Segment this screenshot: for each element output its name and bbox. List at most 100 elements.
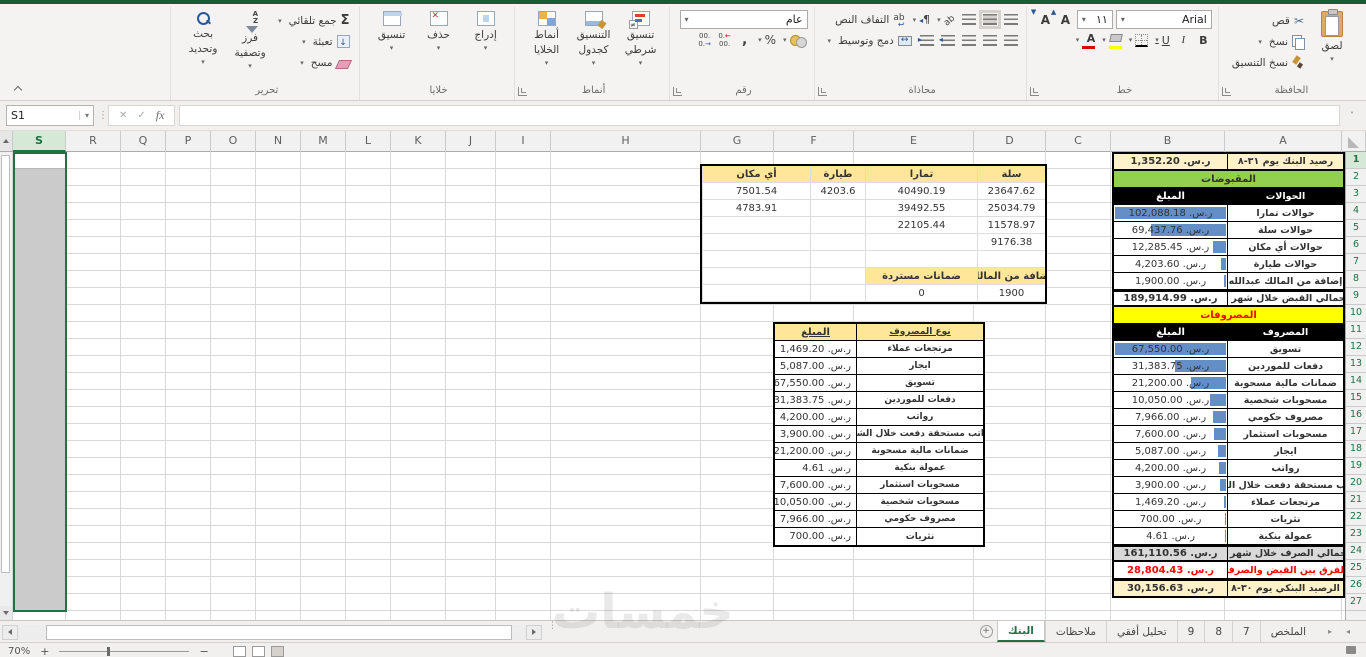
selected-column-s[interactable] — [13, 152, 67, 612]
row-header-14[interactable]: 14 — [1346, 373, 1366, 390]
table-row[interactable]: 1900 0 — [702, 285, 1045, 302]
row-header-18[interactable]: 18 — [1346, 441, 1366, 458]
column-header-I[interactable]: I — [496, 131, 551, 152]
transfers-cell[interactable] — [702, 268, 810, 285]
vertical-scrollbar[interactable] — [0, 152, 13, 620]
row-header-10[interactable]: 10 — [1346, 305, 1366, 322]
transfers-cell[interactable]: 4203.6 — [810, 183, 865, 200]
transfers-cell[interactable]: 40490.19 — [865, 183, 977, 200]
row-header-20[interactable]: 20 — [1346, 475, 1366, 492]
sort-filter-button[interactable]: AZ فرز وتصفية — [228, 8, 272, 74]
zoom-slider[interactable] — [59, 647, 190, 656]
row-header-25[interactable]: 25 — [1346, 560, 1366, 577]
expense-amount-cell[interactable]: ر.س. 67,550.00 — [775, 375, 857, 391]
column-header-D[interactable]: D — [974, 131, 1046, 152]
expense-type-cell[interactable]: تسويق — [857, 375, 983, 391]
bank-label-cell[interactable]: مسحوبات استثمار — [1228, 426, 1343, 442]
row-header-21[interactable]: 21 — [1346, 492, 1366, 509]
scroll-right-button[interactable] — [526, 624, 542, 640]
row-header-7[interactable]: 7 — [1346, 254, 1366, 271]
expense-amount-cell[interactable]: ر.س. 7,600.00 — [775, 477, 857, 493]
bank-label-cell[interactable]: نثريات — [1228, 511, 1343, 527]
bank-value-cell[interactable]: ر.س. 28,804.43 — [1114, 562, 1228, 578]
transfers-cell[interactable] — [810, 285, 865, 302]
expense-type-cell[interactable]: مسحوبات شخصية — [857, 494, 983, 510]
bank-value-cell[interactable]: المبلغ — [1114, 188, 1228, 204]
expand-formula-bar-icon[interactable]: ˅ — [1344, 105, 1360, 126]
decrease-font-icon[interactable]: A ▼ — [1031, 8, 1054, 29]
sheet-tab-7[interactable]: 7 — [1232, 621, 1260, 642]
increase-font-icon[interactable]: A ▲ — [1051, 8, 1074, 29]
table-row[interactable]: ايجار ر.س. 5,087.00 — [775, 358, 983, 375]
cancel-entry-icon[interactable]: ✕ — [119, 110, 127, 121]
bank-label-cell[interactable]: رصيد البنك يوم ٣١-٨ — [1228, 154, 1343, 169]
column-header-Q[interactable]: Q — [121, 131, 166, 152]
font-color-button[interactable]: A — [1074, 31, 1098, 49]
table-row[interactable]: تسويق ر.س. 67,550.00 — [775, 375, 983, 392]
horizontal-scrollbar[interactable] — [2, 624, 542, 640]
new-sheet-button[interactable]: + — [975, 621, 997, 642]
table-row[interactable]: 23647.62 40490.19 4203.6 7501.54 — [702, 183, 1045, 200]
percent-format-button[interactable] — [756, 31, 778, 49]
bank-value-cell[interactable]: ر.س. 69,437.76 — [1114, 222, 1228, 238]
expense-amount-cell[interactable]: ر.س. 1,469.20 — [775, 341, 857, 357]
table-row[interactable]: رواتب مستحقة دفعت خلال الشهرر.س. 3,900.0… — [1114, 477, 1343, 494]
table-row[interactable]: نوع المصروف المبلغ — [775, 324, 983, 341]
transfers-cell[interactable]: 23647.62 — [977, 183, 1045, 200]
column-header-H[interactable]: H — [551, 131, 701, 152]
table-row[interactable]: الرصيد البنكي يوم ٣٠-٨ ر.س. 30,156.63 — [1114, 579, 1343, 596]
table-row[interactable]: دفعات للموردين ر.س. 31,383.75 — [1114, 358, 1343, 375]
column-header-K[interactable]: K — [391, 131, 446, 152]
bank-value-cell[interactable]: ر.س. 1,900.00 — [1114, 273, 1228, 289]
increase-decimal-button[interactable]: ←.0.00 — [716, 31, 733, 49]
expense-type-cell[interactable]: نوع المصروف — [857, 324, 983, 340]
decrease-indent-button[interactable] — [939, 32, 957, 50]
bank-value-cell[interactable]: ر.س. 30,156.63 — [1114, 581, 1228, 596]
column-header-O[interactable]: O — [211, 131, 256, 152]
transfers-cell[interactable]: سلة — [977, 166, 1045, 183]
table-row[interactable]: مرتجعات عملاء ر.س. 1,469.20 — [1114, 494, 1343, 511]
table-row[interactable]: رواتب مستحقة دفعت خلال الشهرر.س. 3,900.0… — [775, 426, 983, 443]
table-row[interactable]: رواتب ر.س. 4,200.00 — [1114, 460, 1343, 477]
bold-button[interactable]: B — [1195, 31, 1212, 49]
table-row[interactable]: نثريات ر.س. 700.00 — [1114, 511, 1343, 528]
font-size-select[interactable]: ١١ — [1076, 10, 1113, 29]
bank-label-cell[interactable]: حوالات طيارة — [1228, 256, 1343, 272]
transfers-cell[interactable]: 0 — [865, 285, 977, 302]
page-layout-view-icon[interactable] — [251, 646, 265, 657]
text-direction-button[interactable] — [911, 11, 933, 29]
expense-amount-cell[interactable]: ر.س. 4.61 — [775, 460, 857, 476]
transfers-cell[interactable]: 11578.97 — [977, 217, 1045, 234]
bank-label-cell[interactable]: المصروف — [1228, 324, 1343, 340]
sheet-tab-البنك[interactable]: البنك — [997, 621, 1045, 642]
borders-button[interactable] — [1127, 31, 1151, 49]
transfers-cell[interactable]: 25034.79 — [977, 200, 1045, 217]
bank-label-cell[interactable]: دفعات للموردين — [1228, 358, 1343, 374]
select-all-corner[interactable] — [1345, 131, 1366, 151]
column-header-J[interactable]: J — [446, 131, 496, 152]
name-box[interactable]: S1 — [6, 105, 94, 126]
expense-type-cell[interactable]: رواتب مستحقة دفعت خلال الشهر — [857, 426, 983, 442]
zoom-out-icon[interactable]: − — [199, 645, 208, 657]
expense-type-cell[interactable]: عمولة بنكية — [857, 460, 983, 476]
column-header-E[interactable]: E — [854, 131, 974, 152]
table-row[interactable]: الفرق بين القبض والصرف ر.س. 28,804.43 — [1114, 562, 1343, 579]
table-row[interactable]: دفعات للموردين ر.س. 31,383.75 — [775, 392, 983, 409]
bank-value-cell[interactable]: ر.س. 7,966.00 — [1114, 409, 1228, 425]
italic-button[interactable]: I — [1175, 31, 1192, 49]
table-row[interactable]: المصروفات — [1114, 307, 1343, 324]
expense-amount-cell[interactable]: ر.س. 5,087.00 — [775, 358, 857, 374]
bank-value-cell[interactable]: ر.س. 189,914.99 — [1114, 292, 1228, 305]
styles-dialog-launcher[interactable] — [517, 87, 527, 96]
bank-value-cell[interactable]: ر.س. 5,087.00 — [1114, 443, 1228, 459]
zoom-level[interactable]: 70% — [8, 646, 30, 657]
table-row[interactable]: المصروف المبلغ — [1114, 324, 1343, 341]
sheet-cells[interactable]: سلة تمارا طيارة أي مكان 23647.62 40490.19 4203… — [13, 152, 1345, 620]
scrollbar-resize-handle[interactable]: ⋮ — [548, 622, 557, 631]
merge-center-button[interactable]: دمج وتوسيط — [825, 31, 915, 50]
bank-label-cell[interactable]: الحوالات — [1228, 188, 1343, 204]
bank-value-cell[interactable]: ر.س. 21,200.00 — [1114, 375, 1228, 391]
increase-indent-button[interactable] — [918, 32, 936, 50]
row-header-3[interactable]: 3 — [1346, 186, 1366, 203]
table-row[interactable]: حوالات أي مكان ر.س. 12,285.45 — [1114, 239, 1343, 256]
